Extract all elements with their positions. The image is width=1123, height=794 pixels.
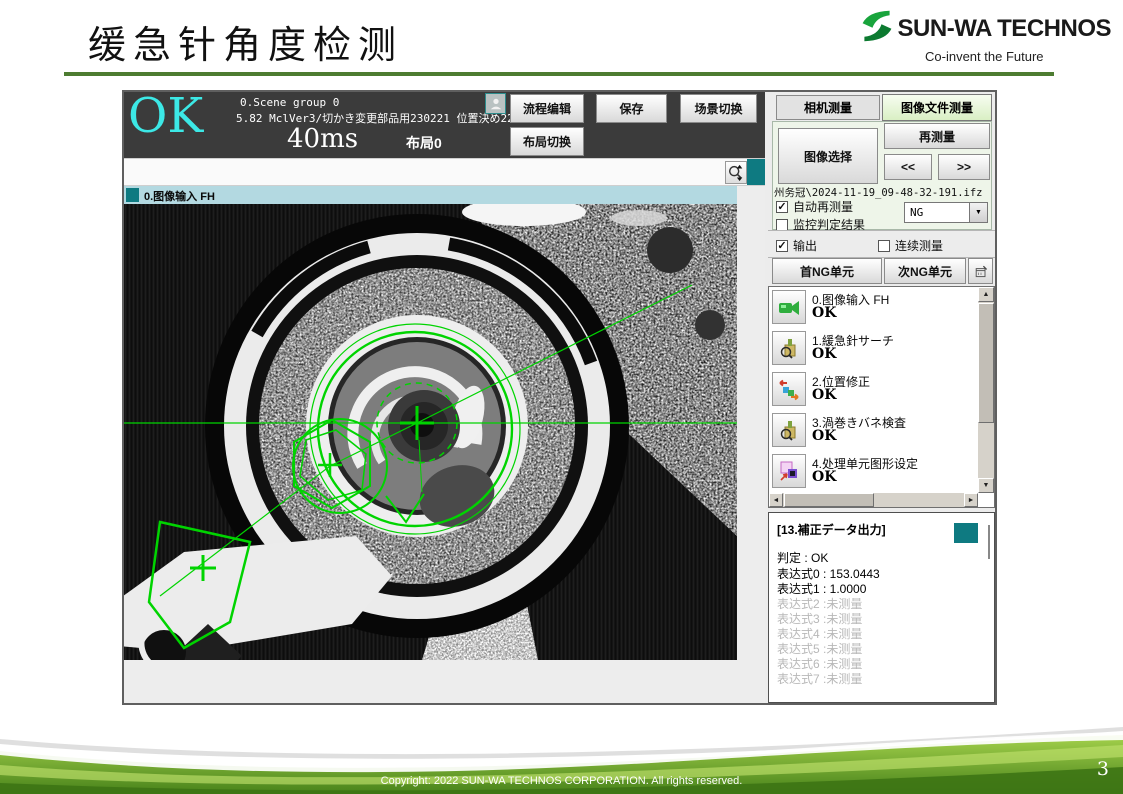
- camera-image-view[interactable]: [124, 204, 737, 660]
- output-option-row: ✓ 输出 连续测量: [768, 230, 995, 258]
- search-icon[interactable]: [772, 331, 806, 365]
- scroll-up-icon[interactable]: ▲: [978, 287, 994, 302]
- logo-s-icon: [858, 8, 896, 49]
- magnifier-icon: [727, 163, 745, 182]
- clear-window-button[interactable]: [968, 258, 993, 284]
- tab-image-file-measure[interactable]: 图像文件测量: [882, 94, 992, 121]
- image-select-button[interactable]: 图像选择: [778, 128, 878, 184]
- unit-list-vscrollbar[interactable]: ▲ ▼: [978, 287, 994, 493]
- position-correction-icon[interactable]: [772, 372, 806, 406]
- tab-camera-measure[interactable]: 相机测量: [776, 95, 880, 120]
- detail-unit-title: [13.補正データ出力]: [777, 521, 886, 538]
- shape-setting-icon[interactable]: [772, 454, 806, 488]
- toolbar-accent: [747, 159, 765, 185]
- scene-group-label: 0.Scene group 0: [240, 96, 339, 109]
- page-title: 缓急针角度检测: [88, 14, 403, 69]
- image-unit-label: 0.图像输入 FH: [144, 188, 215, 204]
- checkbox-unchecked-icon: [878, 240, 890, 252]
- flow-edit-button[interactable]: 流程编辑: [510, 94, 584, 123]
- image-toolbar: [124, 158, 765, 186]
- checkbox-checked-icon: ✓: [776, 240, 788, 252]
- list-item-unit4[interactable]: 4.处理单元图形设定 OK: [769, 451, 978, 493]
- next-ng-unit-button[interactable]: 次NG单元: [884, 258, 966, 284]
- list-item-unit3[interactable]: 3.渦巻きバネ検査 OK: [769, 410, 978, 452]
- scroll-left-icon[interactable]: ◄: [769, 493, 783, 507]
- image-pane-margin: [737, 186, 765, 660]
- search-icon[interactable]: [772, 413, 806, 447]
- scene-switch-button[interactable]: 场景切换: [680, 94, 757, 123]
- continuous-measure-label: 连续测量: [895, 237, 943, 254]
- unit-detail-panel: [13.補正データ出力] 判定 : OK 表达式0 : 153.0443 表达式…: [768, 512, 995, 703]
- list-item-unit1[interactable]: 1.緩急針サーチ OK: [769, 328, 978, 370]
- copyright-text: Copyright: 2022 SUN-WA TECHNOS CORPORATI…: [0, 775, 1123, 787]
- scroll-right-icon[interactable]: ►: [964, 493, 978, 507]
- layout-label: 布局0: [406, 133, 442, 153]
- camera-icon[interactable]: [772, 290, 806, 324]
- list-item-unit2[interactable]: 2.位置修正 OK: [769, 369, 978, 411]
- checkbox-unchecked-icon: [776, 219, 788, 231]
- continuous-measure-checkbox[interactable]: 连续测量: [878, 237, 943, 254]
- unit-list-hscrollbar[interactable]: ◄ ►: [769, 493, 978, 507]
- user-icon: [489, 97, 503, 111]
- first-ng-unit-button[interactable]: 首NG单元: [772, 258, 882, 284]
- layout-switch-button[interactable]: 布局切换: [510, 127, 584, 156]
- remeasure-button[interactable]: 再测量: [884, 123, 990, 149]
- unit-color-chip: [126, 188, 139, 202]
- processing-time: 40ms: [287, 124, 358, 154]
- status-topbar: OK 0.Scene group 0 5.82 MclVer3/切かき変更部品用…: [124, 92, 765, 158]
- clipboard-icon: [973, 263, 989, 279]
- logo-name: SUN-WA TECHNOS: [898, 15, 1111, 43]
- output-label: 输出: [793, 237, 817, 254]
- vision-app-window: OK 0.Scene group 0 5.82 MclVer3/切かき変更部品用…: [122, 90, 997, 705]
- image-pane-bottom: [124, 660, 765, 703]
- output-checkbox[interactable]: ✓ 输出: [776, 237, 817, 254]
- judgement-line: 判定 : OK: [777, 549, 828, 566]
- company-logo: SUN-WA TECHNOS Co-invent the Future: [858, 8, 1111, 64]
- detail-scrollbar[interactable]: [988, 525, 990, 559]
- judge-filter-dropdown[interactable]: NG ▼: [904, 202, 988, 223]
- zoom-control-button[interactable]: [725, 161, 747, 184]
- list-item-unit0[interactable]: 0.图像输入 FH OK: [769, 287, 978, 329]
- measurement-panel: 相机测量 图像文件测量 图像选择 再测量 << >> 州务冠\2024-11-1…: [768, 92, 995, 703]
- next-image-button[interactable]: >>: [938, 154, 990, 180]
- overall-judgement: OK: [128, 88, 203, 144]
- expression7-line: 表达式7 :未测量: [777, 670, 862, 687]
- title-rule: [64, 72, 1054, 76]
- chevron-down-icon[interactable]: ▼: [969, 203, 987, 222]
- image-unit-titlebar: 0.图像输入 FH: [124, 186, 737, 204]
- logo-tagline: Co-invent the Future: [858, 49, 1111, 64]
- page-number: 3: [1097, 758, 1109, 780]
- detail-accent-chip: [954, 523, 978, 543]
- scroll-down-icon[interactable]: ▼: [978, 478, 994, 493]
- save-button[interactable]: 保存: [596, 94, 667, 123]
- prev-image-button[interactable]: <<: [884, 154, 932, 180]
- checkbox-checked-icon: ✓: [776, 201, 788, 213]
- judge-filter-value: NG: [910, 206, 923, 219]
- slide: 缓急针角度检测 SUN-WA TECHNOS Co-invent the Fut…: [0, 0, 1123, 794]
- auto-remeasure-label: 自动再测量: [793, 198, 853, 215]
- user-account-button[interactable]: [485, 93, 506, 114]
- unit-flow-list: 0.图像输入 FH OK 1.緩急針サーチ OK 2.位置修正 OK: [768, 286, 995, 508]
- auto-remeasure-checkbox[interactable]: ✓ 自动再测量: [776, 198, 853, 215]
